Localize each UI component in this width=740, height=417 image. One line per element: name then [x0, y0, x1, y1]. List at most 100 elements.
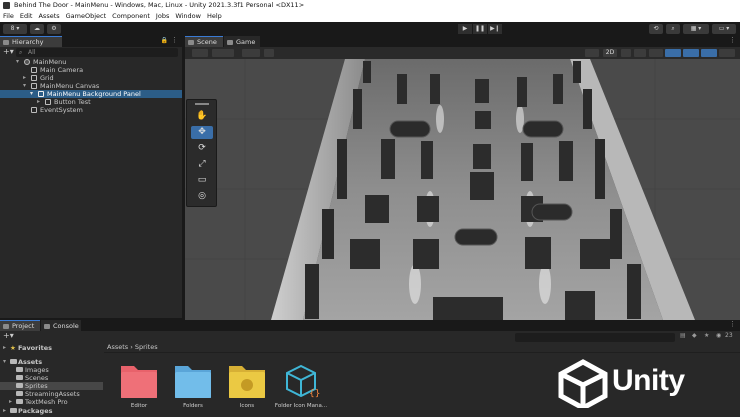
filter-type-icon[interactable]: ▤: [680, 332, 686, 339]
expand-arrow-icon[interactable]: ▸: [3, 407, 6, 415]
kebab-menu-icon[interactable]: ⋮: [171, 36, 178, 44]
breadcrumb-assets[interactable]: Assets: [107, 343, 128, 351]
grid-snap-dropdown[interactable]: [242, 49, 260, 57]
expand-arrow-icon[interactable]: ▸: [9, 398, 12, 406]
kebab-menu-icon[interactable]: ⋮: [729, 36, 736, 44]
move-tool-icon[interactable]: ✥: [191, 126, 213, 139]
tree-packages[interactable]: ▸ Packages: [0, 407, 103, 415]
tab-project[interactable]: Project: [0, 320, 40, 331]
menu-file[interactable]: File: [3, 11, 14, 22]
gizmos-dropdown[interactable]: [701, 49, 717, 57]
shading-mode-dropdown[interactable]: [585, 49, 599, 57]
rect-tool-icon[interactable]: ▭: [191, 174, 213, 187]
search-icon[interactable]: ⌕: [666, 24, 680, 34]
menu-help[interactable]: Help: [207, 11, 222, 22]
project-search-input[interactable]: [515, 333, 675, 342]
asset-label: Folder Icon Mana...: [274, 403, 328, 409]
step-button[interactable]: ▶❙: [488, 24, 502, 34]
tree-textmesh-pro[interactable]: ▸ TextMesh Pro: [0, 398, 103, 406]
snap-increment-button[interactable]: [264, 49, 274, 57]
camera-settings-dropdown[interactable]: [683, 49, 699, 57]
hierarchy-item-label: MainMenu Background Panel: [47, 90, 141, 98]
transform-tool-icon[interactable]: ◎: [191, 190, 213, 203]
tree-images[interactable]: Images: [0, 366, 103, 374]
play-button[interactable]: ▶: [458, 24, 472, 34]
pivot-dropdown[interactable]: [212, 49, 234, 57]
layout-dropdown[interactable]: ▭ ▾: [712, 24, 736, 34]
expand-arrow-icon[interactable]: ▾: [23, 82, 26, 90]
star-icon: ★: [10, 344, 16, 352]
scene-viewport[interactable]: ✋ ✥ ⟳ ⤢ ▭ ◎: [185, 59, 740, 320]
tree-scenes[interactable]: Scenes: [0, 374, 103, 382]
toggle-2d-button[interactable]: 2D: [603, 49, 617, 57]
scale-tool-icon[interactable]: ⤢: [191, 158, 213, 171]
effects-dropdown[interactable]: [649, 49, 663, 57]
asset-label: Editor: [130, 403, 148, 409]
layers-dropdown[interactable]: ▦ ▾: [683, 24, 709, 34]
tree-sprites[interactable]: Sprites: [0, 382, 103, 390]
window-titlebar: Behind The Door - MainMenu - Windows, Ma…: [0, 0, 740, 11]
hierarchy-item-grid[interactable]: ▸ Grid: [0, 74, 182, 82]
hierarchy-item-main-camera[interactable]: Main Camera: [0, 66, 182, 74]
menu-window[interactable]: Window: [175, 11, 201, 22]
expand-arrow-icon[interactable]: ▸: [23, 74, 26, 82]
rotate-tool-icon[interactable]: ⟳: [191, 142, 213, 155]
menu-component[interactable]: Component: [112, 11, 150, 22]
cloud-icon[interactable]: ☁: [30, 24, 44, 34]
drag-handle-icon[interactable]: [195, 103, 209, 105]
draw-mode-dropdown[interactable]: [192, 49, 208, 57]
expand-arrow-icon[interactable]: ▾: [16, 58, 19, 66]
hierarchy-item-background-panel[interactable]: ▾ MainMenu Background Panel: [0, 90, 182, 98]
tree-streamingassets[interactable]: StreamingAssets: [0, 390, 103, 398]
menu-gameobject[interactable]: GameObject: [66, 11, 107, 22]
tree-assets[interactable]: ▾ Assets: [0, 358, 103, 366]
asset-folder-icon-manager[interactable]: {} Folder Icon Mana...: [271, 362, 331, 409]
asset-folders-folder[interactable]: Folders: [163, 362, 223, 409]
menu-assets[interactable]: Assets: [38, 11, 59, 22]
tree-label: Sprites: [25, 382, 48, 390]
breadcrumb-sprites[interactable]: Sprites: [135, 343, 158, 351]
audio-toggle[interactable]: [634, 49, 646, 57]
hierarchy-item-button-test[interactable]: ▸ Button Test: [0, 98, 182, 106]
tree-label: Images: [25, 366, 49, 374]
account-button[interactable]: 8 ▾: [3, 24, 27, 34]
search-icon: ⌕: [19, 49, 23, 56]
expand-arrow-icon[interactable]: ▸: [37, 98, 40, 106]
gameobject-icon: [31, 83, 37, 89]
create-asset-button[interactable]: +▾: [3, 331, 14, 340]
tree-favorites[interactable]: ▸ ★ Favorites: [0, 344, 103, 352]
menu-jobs[interactable]: Jobs: [156, 11, 169, 22]
favorite-star-icon[interactable]: ★: [704, 332, 709, 339]
hierarchy-item-label: Button Test: [54, 98, 91, 106]
hierarchy-item-mainmenu[interactable]: ▾ MainMenu: [0, 58, 182, 66]
collab-icon[interactable]: ⚙: [47, 24, 61, 34]
expand-arrow-icon[interactable]: ▾: [30, 90, 33, 98]
asset-icons-folder[interactable]: Icons: [217, 362, 277, 409]
history-icon[interactable]: ⟲: [649, 24, 663, 34]
expand-arrow-icon[interactable]: ▸: [3, 344, 6, 352]
tab-console[interactable]: Console: [41, 320, 81, 331]
hand-tool-icon[interactable]: ✋: [191, 110, 213, 123]
hierarchy-item-mainmenu-canvas[interactable]: ▾ MainMenu Canvas: [0, 82, 182, 90]
hierarchy-icon: [3, 40, 9, 45]
scene-search-button[interactable]: [719, 49, 735, 57]
hidden-count-icon[interactable]: ◉: [716, 332, 721, 339]
hidden-objects-toggle[interactable]: [665, 49, 681, 57]
filter-label-icon[interactable]: ◆: [692, 332, 697, 339]
hierarchy-search-input[interactable]: ⌕ All: [16, 48, 178, 57]
tab-scene[interactable]: Scene: [185, 36, 223, 47]
hierarchy-item-label: EventSystem: [40, 106, 83, 114]
scene-icon: [24, 59, 30, 65]
add-object-button[interactable]: +▾: [3, 47, 14, 56]
tab-hierarchy[interactable]: Hierarchy: [0, 36, 62, 47]
gameobject-icon: [31, 107, 37, 113]
hierarchy-item-eventsystem[interactable]: EventSystem: [0, 106, 182, 114]
asset-editor-folder[interactable]: Editor: [109, 362, 169, 409]
lighting-toggle[interactable]: [621, 49, 631, 57]
menu-edit[interactable]: Edit: [20, 11, 33, 22]
lock-icon[interactable]: 🔒: [161, 37, 168, 44]
tab-game[interactable]: Game: [224, 36, 260, 47]
expand-arrow-icon[interactable]: ▾: [3, 358, 6, 366]
kebab-menu-icon[interactable]: ⋮: [729, 320, 736, 328]
pause-button[interactable]: ❚❚: [473, 24, 487, 34]
